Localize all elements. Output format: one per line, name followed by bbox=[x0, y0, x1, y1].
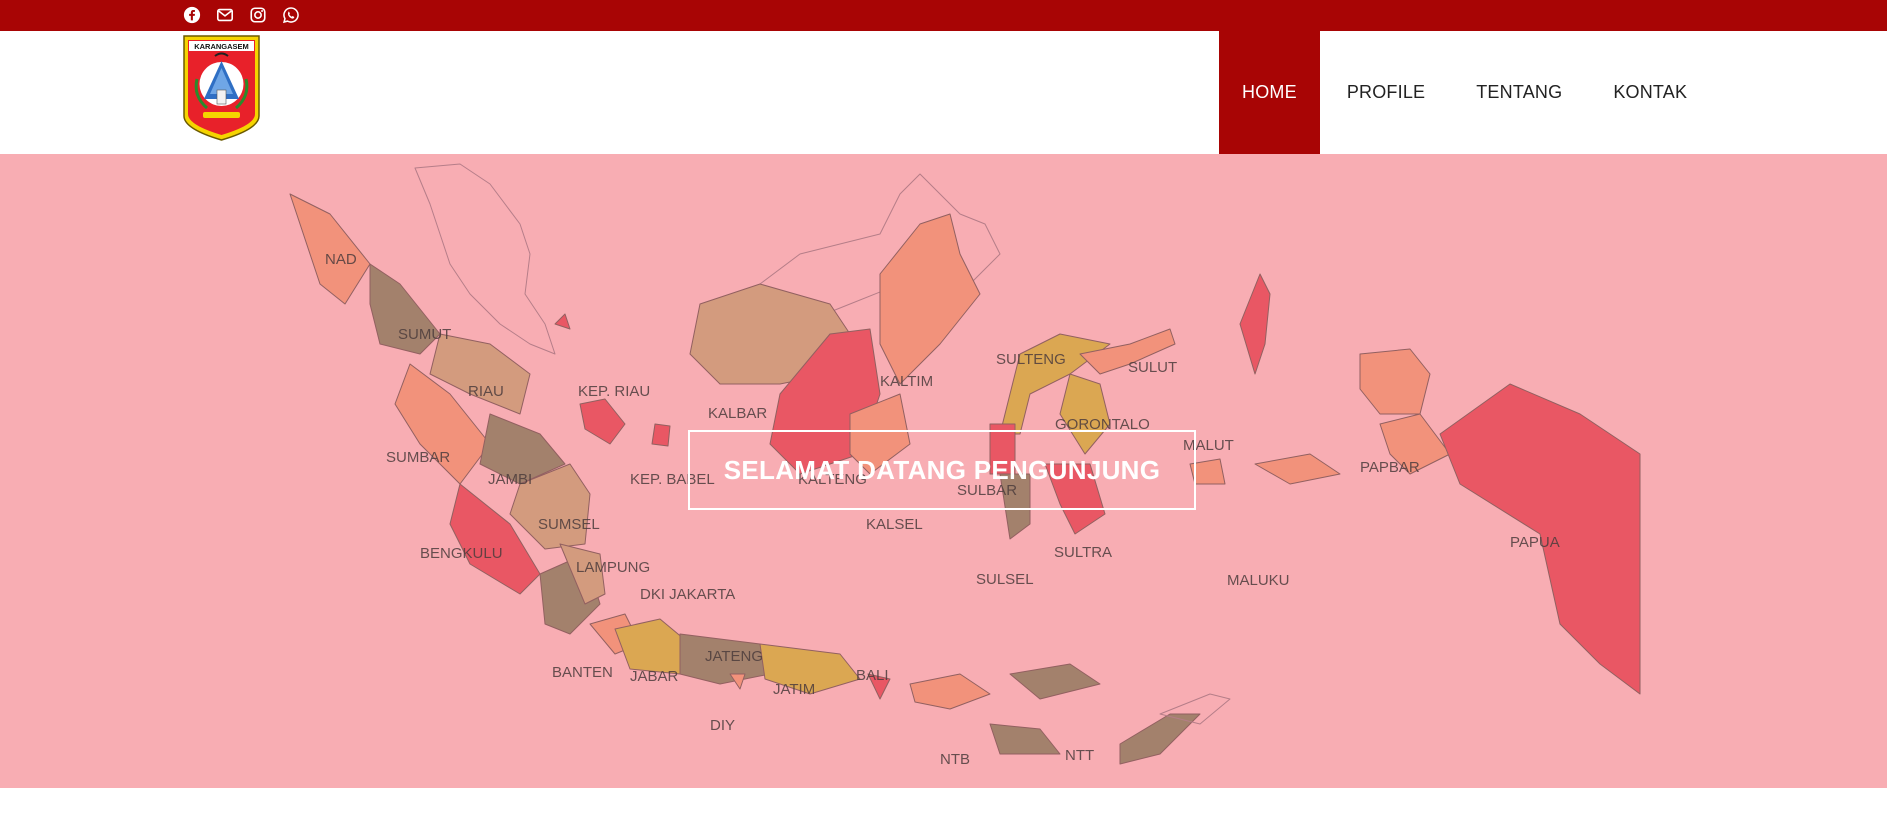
karangasem-logo[interactable]: KARANGASEM bbox=[181, 34, 262, 142]
svg-text:KARANGASEM: KARANGASEM bbox=[194, 42, 249, 51]
svg-text:KALBAR: KALBAR bbox=[708, 405, 767, 422]
svg-text:BALI: BALI bbox=[856, 667, 889, 684]
svg-text:SUMUT: SUMUT bbox=[398, 326, 451, 343]
nav-home[interactable]: HOME bbox=[1219, 31, 1320, 154]
whatsapp-icon[interactable] bbox=[280, 4, 302, 26]
page-bottom bbox=[0, 788, 1887, 820]
svg-text:SUMSEL: SUMSEL bbox=[538, 516, 600, 533]
svg-text:DIY: DIY bbox=[710, 717, 735, 734]
svg-text:KALTIM: KALTIM bbox=[880, 373, 933, 390]
svg-text:RIAU: RIAU bbox=[468, 383, 504, 400]
welcome-text: SELAMAT DATANG PENGUNJUNG bbox=[723, 454, 1161, 485]
svg-text:NTT: NTT bbox=[1065, 747, 1094, 764]
svg-text:NAD: NAD bbox=[325, 251, 357, 268]
svg-text:DKI JAKARTA: DKI JAKARTA bbox=[640, 586, 735, 603]
svg-text:JABAR: JABAR bbox=[630, 668, 679, 685]
svg-text:PAPUA: PAPUA bbox=[1510, 534, 1560, 551]
svg-text:JATENG: JATENG bbox=[705, 648, 763, 665]
svg-text:BANTEN: BANTEN bbox=[552, 664, 613, 681]
main-header: KARANGASEM HOME PROFILE TENTANG KONTAK bbox=[0, 31, 1887, 154]
facebook-icon[interactable] bbox=[181, 4, 203, 26]
svg-text:SULTRA: SULTRA bbox=[1054, 544, 1112, 561]
svg-text:NTB: NTB bbox=[940, 751, 970, 768]
svg-text:SULUT: SULUT bbox=[1128, 359, 1177, 376]
svg-text:JATIM: JATIM bbox=[773, 681, 815, 698]
nav-profile[interactable]: PROFILE bbox=[1323, 31, 1449, 154]
svg-text:KEP. RIAU: KEP. RIAU bbox=[578, 383, 650, 400]
nav-kontak[interactable]: KONTAK bbox=[1589, 31, 1711, 154]
nav-tentang[interactable]: TENTANG bbox=[1452, 31, 1586, 154]
svg-text:JAMBI: JAMBI bbox=[488, 471, 532, 488]
hero-banner: NAD SUMUT RIAU KEP. RIAU SUMBAR JAMBI KE… bbox=[0, 154, 1887, 788]
envelope-icon[interactable] bbox=[214, 4, 236, 26]
top-bar bbox=[0, 0, 1887, 31]
svg-text:PAPBAR: PAPBAR bbox=[1360, 459, 1420, 476]
svg-text:KALSEL: KALSEL bbox=[866, 516, 923, 533]
svg-text:BENGKULU: BENGKULU bbox=[420, 545, 503, 562]
instagram-icon[interactable] bbox=[247, 4, 269, 26]
main-menu: HOME PROFILE TENTANG KONTAK bbox=[1219, 31, 1711, 154]
svg-text:LAMPUNG: LAMPUNG bbox=[576, 559, 650, 576]
svg-text:SUMBAR: SUMBAR bbox=[386, 449, 450, 466]
social-links bbox=[181, 4, 302, 26]
svg-text:SULSEL: SULSEL bbox=[976, 571, 1034, 588]
svg-text:SULTENG: SULTENG bbox=[996, 351, 1066, 368]
welcome-banner: SELAMAT DATANG PENGUNJUNG bbox=[688, 430, 1196, 510]
svg-text:MALUKU: MALUKU bbox=[1227, 572, 1290, 589]
